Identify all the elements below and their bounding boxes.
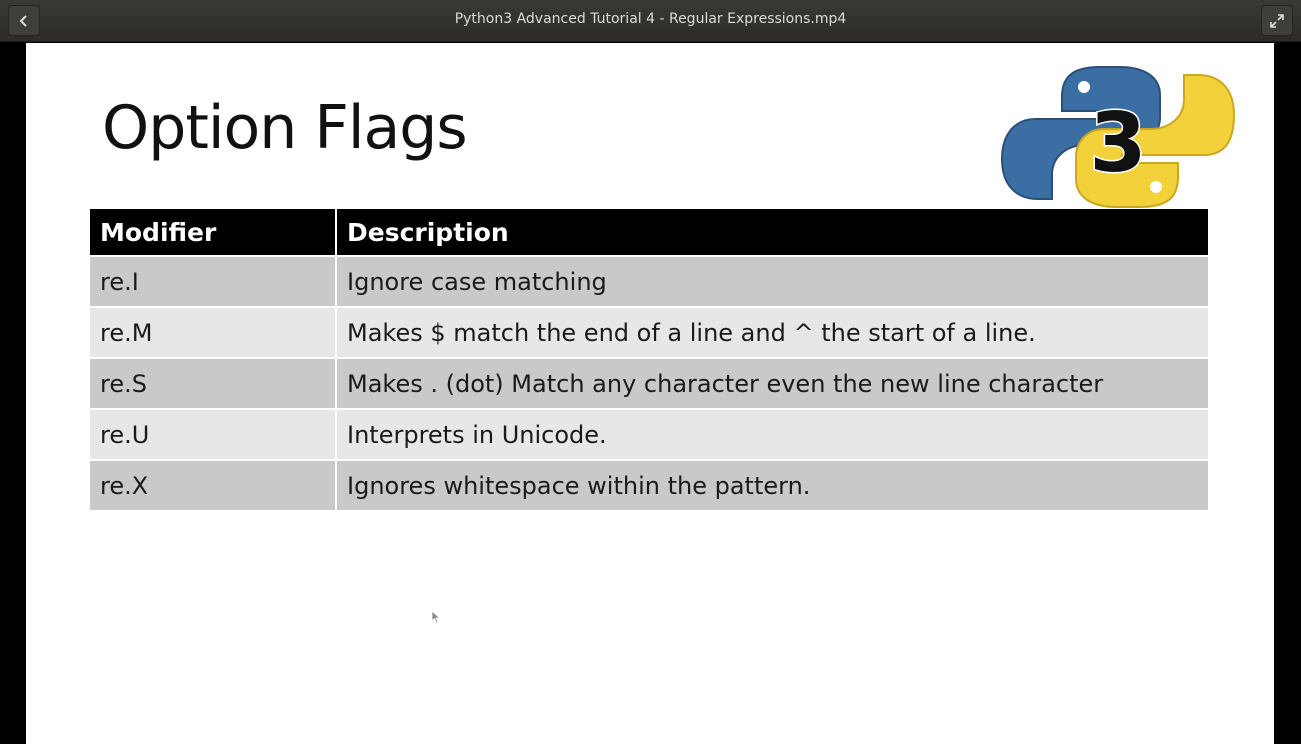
modifier-cell: re.U <box>90 410 335 459</box>
description-cell: Ignore case matching <box>337 257 1208 306</box>
description-cell: Makes $ match the end of a line and ^ th… <box>337 308 1208 357</box>
table-row: re.M Makes $ match the end of a line and… <box>90 308 1208 357</box>
modifier-cell: re.S <box>90 359 335 408</box>
description-cell: Ignores whitespace within the pattern. <box>337 461 1208 510</box>
logo-number: 3 <box>1089 96 1146 191</box>
table-row: re.X Ignores whitespace within the patte… <box>90 461 1208 510</box>
table-row: re.U Interprets in Unicode. <box>90 410 1208 459</box>
expand-arrows-icon <box>1270 13 1284 28</box>
description-cell: Makes . (dot) Match any character even t… <box>337 359 1208 408</box>
video-frame[interactable]: Option Flags 3 Modifier Description re.I… <box>26 43 1274 744</box>
description-cell: Interprets in Unicode. <box>337 410 1208 459</box>
table-row: re.S Makes . (dot) Match any character e… <box>90 359 1208 408</box>
mouse-cursor-icon <box>431 610 441 624</box>
slide-title: Option Flags <box>102 93 468 163</box>
python3-logo-icon: 3 <box>1000 66 1236 208</box>
modifier-cell: re.M <box>90 308 335 357</box>
table-row: re.I Ignore case matching <box>90 257 1208 306</box>
modifier-cell: re.X <box>90 461 335 510</box>
title-bar: Python3 Advanced Tutorial 4 - Regular Ex… <box>0 0 1301 42</box>
modifier-cell: re.I <box>90 257 335 306</box>
window-title: Python3 Advanced Tutorial 4 - Regular Ex… <box>454 11 847 27</box>
table-header-row: Modifier Description <box>90 209 1208 255</box>
fullscreen-button[interactable] <box>1261 5 1293 36</box>
header-description: Description <box>337 209 1208 255</box>
header-modifier: Modifier <box>90 209 335 255</box>
option-flags-table: Modifier Description re.I Ignore case ma… <box>88 207 1210 512</box>
